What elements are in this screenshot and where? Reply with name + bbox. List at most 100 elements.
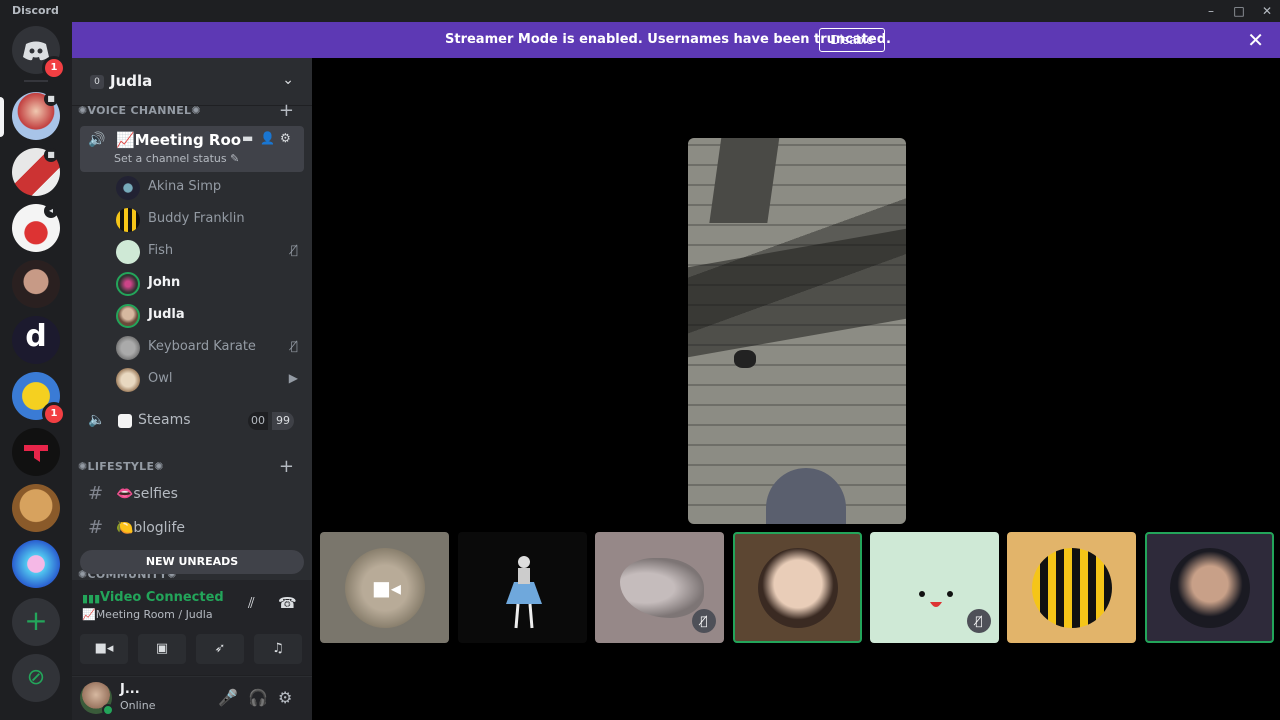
maximize-button[interactable]: □ — [1230, 3, 1248, 19]
guild-header[interactable]: 0 Judla ⌄ — [72, 58, 312, 106]
user-limit: 99 — [272, 412, 294, 430]
online-status-indicator — [102, 704, 114, 716]
member-name: Buddy Franklin — [148, 211, 245, 226]
channel-sidebar: 0 Judla ⌄ ✺VOICE CHANNEL✺ + 🔊 📈Meeting R… — [72, 58, 312, 720]
adhu-mention-badge: 1 — [42, 402, 66, 426]
participant-tile-buddy-franklin[interactable] — [1007, 532, 1136, 643]
voice-member-owl[interactable]: Owl ▶ — [116, 366, 302, 394]
headphones-icon[interactable]: 🎧 — [248, 688, 268, 707]
video-status-icon: ■ — [44, 92, 58, 106]
new-unreads-pill[interactable]: NEW UNREADS — [80, 550, 304, 574]
member-name: Judla — [148, 307, 185, 322]
video-content — [709, 138, 781, 223]
noise-suppression-icon[interactable]: ⫽ — [248, 594, 255, 612]
close-banner-icon[interactable]: ✕ — [1247, 28, 1264, 52]
soundboard-icon: ♫ — [272, 641, 284, 656]
add-channel-icon[interactable]: + — [279, 458, 294, 476]
activities-button[interactable]: ➶ — [196, 634, 244, 664]
category-voice-channel[interactable]: ✺VOICE CHANNEL✺ — [78, 104, 201, 117]
participant-tile-akina-simp[interactable] — [458, 532, 587, 643]
minimize-button[interactable]: – — [1202, 3, 1220, 19]
participant-tile-john[interactable] — [1145, 532, 1274, 643]
gear-icon[interactable]: ⚙ — [278, 688, 292, 707]
soundboard-button[interactable]: ♫ — [254, 634, 302, 664]
microphone-icon[interactable]: 🎤 — [218, 688, 238, 707]
server-icon-red-logo[interactable] — [12, 428, 60, 476]
voice-channel-name: 📈Meeting Roo... — [116, 131, 242, 149]
participant-tile-judla[interactable] — [733, 532, 862, 643]
connection-status[interactable]: Video Connected — [100, 590, 224, 605]
voice-channel-meeting-room[interactable]: 🔊 📈Meeting Roo... Set a channel status ✎… — [80, 126, 304, 172]
video-stage: ■◂ 🎙̸ 🎙̸ — [312, 58, 1280, 720]
video-camera-icon: ▶ — [288, 371, 298, 385]
disconnect-icon[interactable]: ☎ — [278, 594, 297, 612]
chat-icon[interactable]: ▬ — [242, 131, 253, 145]
set-channel-status[interactable]: Set a channel status ✎ — [114, 152, 239, 165]
speaker-icon: 🔈 — [88, 412, 106, 428]
avatar — [116, 368, 140, 392]
participant-tile-keyboard-karate[interactable]: 🎙̸ — [595, 532, 724, 643]
server-icon-portrait[interactable] — [12, 260, 60, 308]
avatar — [620, 558, 704, 618]
connection-location[interactable]: 📈Meeting Room / Judla — [82, 608, 213, 621]
explore-servers-button[interactable]: ⊘ — [12, 654, 60, 702]
disable-streamer-mode-button[interactable]: Disable — [819, 28, 885, 52]
video-camera-icon: ■◂ — [372, 576, 401, 600]
voice-member-judla[interactable]: Judla — [116, 302, 302, 330]
text-channel-bloglife[interactable]: # 🍋bloglife — [80, 514, 304, 544]
member-name: Akina Simp — [148, 179, 222, 194]
dancer-figure-icon — [506, 556, 542, 629]
participant-tile-fish[interactable]: 🎙̸ — [870, 532, 999, 643]
avatar — [116, 272, 140, 296]
guild-name: Judla — [110, 72, 153, 90]
title-bar: Discord – □ ✕ — [0, 0, 1280, 22]
camera-button[interactable]: ■◂ — [80, 634, 128, 664]
invite-icon[interactable]: 👤 — [260, 131, 275, 145]
text-channel-selfies[interactable]: # 👄selfies — [80, 480, 304, 510]
server-icon-cloud[interactable] — [12, 540, 60, 588]
rail-divider — [24, 80, 48, 82]
participant-tile-owl[interactable]: ■◂ — [320, 532, 449, 643]
category-lifestyle[interactable]: ✺LIFESTYLE✺ — [78, 460, 164, 473]
avatar — [116, 240, 140, 264]
red-t-logo-icon — [24, 445, 48, 462]
add-channel-icon[interactable]: + — [279, 102, 294, 120]
voice-member-akina-simp[interactable]: Akina Simp — [116, 174, 302, 202]
voice-member-john[interactable]: John — [116, 270, 302, 298]
member-name: Owl — [148, 371, 173, 386]
avatar — [758, 548, 838, 628]
member-name: Keyboard Karate — [148, 339, 256, 354]
screen-share-button[interactable]: ▣ — [138, 634, 186, 664]
signal-bars-icon[interactable]: ▮▮▮ — [82, 592, 100, 605]
voice-member-fish[interactable]: Fish 🎙̸ — [116, 238, 302, 266]
compass-icon: ⊘ — [26, 665, 46, 690]
avatar — [116, 208, 140, 232]
server-icon-d[interactable]: d — [12, 316, 60, 364]
steams-emoji-icon — [118, 414, 132, 428]
hash-icon: # — [88, 517, 104, 538]
voice-member-keyboard-karate[interactable]: Keyboard Karate 🎙̸ — [116, 334, 302, 362]
avatar — [116, 304, 140, 328]
voice-member-buddy-franklin[interactable]: Buddy Franklin — [116, 206, 302, 234]
close-window-button[interactable]: ✕ — [1258, 3, 1276, 19]
member-name: Fish — [148, 243, 174, 258]
camera-icon: ■◂ — [94, 641, 114, 656]
voice-connection-panel: ▮▮▮ Video Connected 📈Meeting Room / Judl… — [72, 580, 312, 676]
app-name: Discord — [12, 4, 59, 17]
muted-mic-icon: 🎙̸ — [692, 609, 716, 633]
gear-icon[interactable]: ⚙ — [280, 131, 291, 145]
server-icon-monkey[interactable] — [12, 484, 60, 532]
selected-indicator — [0, 97, 4, 137]
user-status: Online — [120, 699, 156, 712]
featured-video-stream[interactable] — [688, 138, 906, 524]
hash-icon: # — [88, 483, 104, 504]
username[interactable]: J... — [120, 682, 140, 697]
channel-name: 🍋bloglife — [116, 520, 185, 536]
add-server-button[interactable]: + — [12, 598, 60, 646]
speaker-status-icon: ◂ — [44, 204, 58, 218]
muted-mic-icon: 🎙̸ — [290, 339, 298, 353]
voice-channel-steams[interactable]: 🔈 Steams 00 99 — [80, 406, 304, 436]
video-content — [766, 468, 846, 524]
home-mention-badge: 1 — [42, 56, 66, 80]
avatar — [1170, 548, 1250, 628]
